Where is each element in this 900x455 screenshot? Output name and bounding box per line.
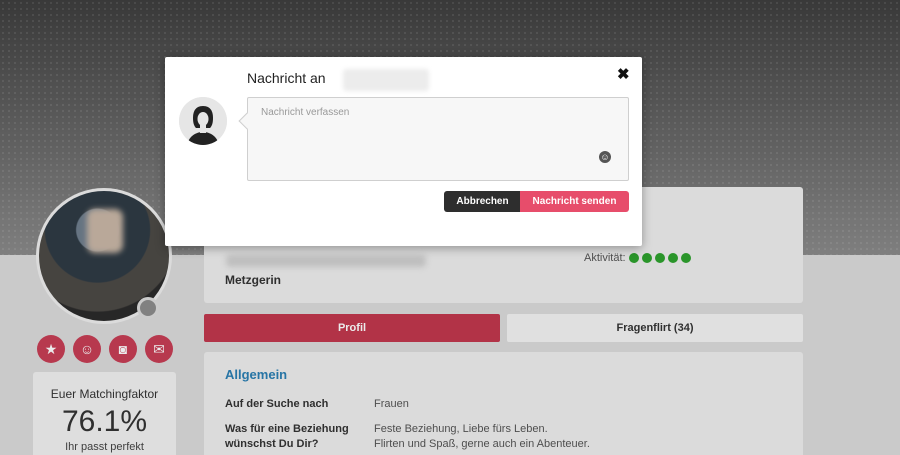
message-input[interactable] <box>247 97 629 181</box>
dialog-title: Nachricht an <box>247 70 326 86</box>
message-dialog: Nachricht an ✖ ☺ Abbrechen Nachricht sen… <box>165 57 642 246</box>
sender-avatar <box>179 97 227 145</box>
close-icon[interactable]: ✖ <box>617 65 630 83</box>
smiley-icon[interactable]: ☺ <box>599 151 611 163</box>
blurred-recipient-name <box>343 69 429 91</box>
cancel-button[interactable]: Abbrechen <box>444 191 521 212</box>
user-silhouette-icon <box>179 97 227 145</box>
send-message-button[interactable]: Nachricht senden <box>520 191 629 212</box>
